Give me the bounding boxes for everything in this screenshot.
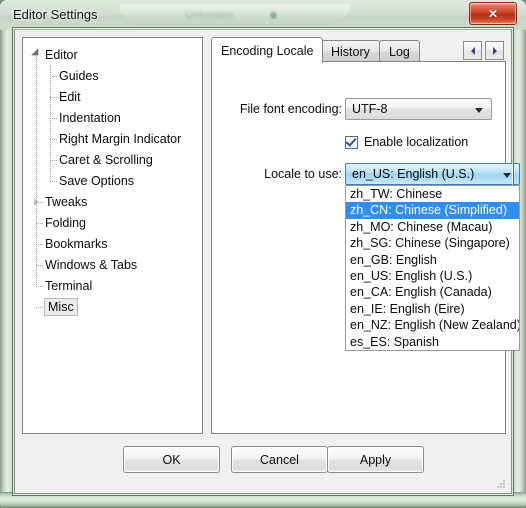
close-button[interactable]: ✕ [469, 2, 517, 25]
locale-option-zh_mo[interactable]: zh_MO: Chinese (Macau) [346, 219, 519, 235]
tree-twisty-none [43, 128, 57, 149]
tab-log[interactable]: Log [379, 40, 420, 62]
tree-item-folding[interactable]: Folding [29, 212, 86, 233]
tab-strip: Encoding Locale History Log [211, 37, 506, 63]
apply-button-label: Apply [359, 452, 392, 467]
title-bar-sheen [120, 4, 350, 26]
tab-scroll-left-button[interactable] [463, 41, 482, 60]
locale-option-es_es[interactable]: es_ES: Spanish [346, 334, 519, 350]
locale-dropdown-list[interactable]: zh_TW: Chinese zh_CN: Chinese (Simplified… [345, 185, 520, 351]
check-icon [345, 134, 357, 147]
tree-twisty-none [29, 275, 43, 296]
tree-item-editor[interactable]: Editor [29, 44, 78, 65]
window-title: Editor Settings [13, 7, 98, 22]
tree-item-windows-tabs[interactable]: Windows & Tabs [29, 254, 137, 275]
dialog-client-area: Editor Guides Edit Indentation Right Margin … [14, 29, 520, 494]
locale-option-zh_tw[interactable]: zh_TW: Chinese [346, 186, 519, 202]
tree-item-caret-scrolling[interactable]: Caret & Scrolling [43, 149, 153, 170]
tree-item-bookmarks[interactable]: Bookmarks [29, 233, 108, 254]
tree-item-right-margin-indicator[interactable]: Right Margin Indicator [43, 128, 181, 149]
tree-item-terminal[interactable]: Terminal [29, 275, 92, 296]
tab-label: Log [389, 44, 410, 59]
apply-button[interactable]: Apply [327, 446, 424, 473]
dialog-window: Unknown Editor Settings ✕ Editor Guides Ed… [0, 0, 526, 508]
locale-option-en_us[interactable]: en_US: English (U.S.) [346, 268, 519, 284]
tree-item-label: Misc [44, 297, 78, 316]
tree-item-misc[interactable]: Misc [29, 296, 78, 317]
checkbox-box-icon [345, 134, 358, 149]
tab-area: Encoding Locale History Log File font en… [211, 37, 520, 434]
tree-item-label: Windows & Tabs [45, 257, 138, 272]
tree-twisty-none [29, 233, 43, 254]
ok-button[interactable]: OK [123, 446, 220, 473]
file-font-encoding-label: File font encoding: [239, 102, 342, 116]
tree-item-guides[interactable]: Guides [43, 65, 99, 86]
settings-tree[interactable]: Editor Guides Edit Indentation Right Margin … [22, 37, 203, 434]
chevron-down-icon [503, 173, 511, 178]
tree-item-save-options[interactable]: Save Options [43, 170, 134, 191]
tab-encoding-locale[interactable]: Encoding Locale [211, 37, 324, 63]
close-icon: ✕ [487, 6, 499, 21]
tree-item-label: Terminal [45, 278, 93, 293]
cancel-button-label: Cancel [260, 452, 299, 467]
chevron-down-icon [475, 108, 483, 113]
window-frame-bottom [0, 492, 526, 508]
tree-item-label: Guides [59, 68, 99, 83]
tree-item-label: Folding [45, 215, 86, 230]
locale-option-en_ca[interactable]: en_CA: English (Canada) [346, 284, 519, 300]
locale-option-zh_sg[interactable]: zh_SG: Chinese (Singapore) [346, 235, 519, 251]
tree-twisty-collapsed-icon[interactable] [29, 191, 43, 212]
tree-item-label: Bookmarks [45, 236, 108, 251]
arrow-right-icon [492, 46, 497, 55]
enable-localization-checkbox[interactable]: Enable localization [345, 134, 469, 149]
arrow-left-icon [470, 46, 475, 55]
tab-label: History [331, 44, 370, 59]
ok-button-label: OK [162, 452, 181, 467]
tree-twisty-none [43, 170, 57, 191]
locale-to-use-label: Locale to use: [264, 167, 342, 181]
title-bar[interactable]: Unknown Editor Settings ✕ [0, 0, 526, 30]
background-ghost-dot [270, 12, 277, 19]
resize-grip[interactable] [495, 478, 507, 490]
locale-to-use-combo[interactable]: en_US: English (U.S.) [345, 163, 520, 185]
locale-option-en_nz[interactable]: en_NZ: English (New Zealand) [346, 317, 519, 333]
tab-history[interactable]: History [321, 40, 380, 62]
tree-twisty-none [43, 65, 57, 86]
tree-item-label: Save Options [59, 173, 135, 188]
tree-item-label: Editor [45, 47, 78, 62]
locale-option-en_ie[interactable]: en_IE: English (Eire) [346, 301, 519, 317]
tree-item-label: Right Margin Indicator [59, 131, 182, 146]
tree-item-indentation[interactable]: Indentation [43, 107, 121, 128]
tree-item-label: Indentation [59, 110, 121, 125]
tree-twisty-none [43, 86, 57, 107]
tree-item-edit[interactable]: Edit [43, 86, 81, 107]
enable-localization-label: Enable localization [364, 135, 469, 149]
tree-item-label: Edit [59, 89, 81, 104]
tree-twisty-none [29, 212, 43, 233]
tree-twisty-none [43, 149, 57, 170]
tree-item-label: Tweaks [45, 194, 88, 209]
file-font-encoding-value: UTF-8 [352, 102, 388, 116]
locale-to-use-value: en_US: English (U.S.) [352, 167, 475, 181]
cancel-button[interactable]: Cancel [231, 446, 328, 473]
tree-twisty-none [29, 254, 43, 275]
locale-option-en_gb[interactable]: en_GB: English [346, 252, 519, 268]
tree-twisty-none [43, 107, 57, 128]
tab-label: Encoding Locale [221, 43, 314, 58]
background-ghost-text: Unknown [185, 9, 234, 21]
tab-page-encoding-locale: File font encoding: UTF-8 Enable localiz… [211, 61, 520, 434]
tree-item-tweaks[interactable]: Tweaks [29, 191, 87, 212]
tree-twisty-expanded-icon[interactable] [29, 44, 43, 65]
file-font-encoding-combo[interactable]: UTF-8 [345, 98, 492, 120]
locale-option-zh_cn[interactable]: zh_CN: Chinese (Simplified) [346, 202, 519, 219]
tree-item-label: Caret & Scrolling [59, 152, 153, 167]
tree-twisty-none [29, 296, 43, 317]
tab-scroll-right-button[interactable] [485, 41, 504, 60]
